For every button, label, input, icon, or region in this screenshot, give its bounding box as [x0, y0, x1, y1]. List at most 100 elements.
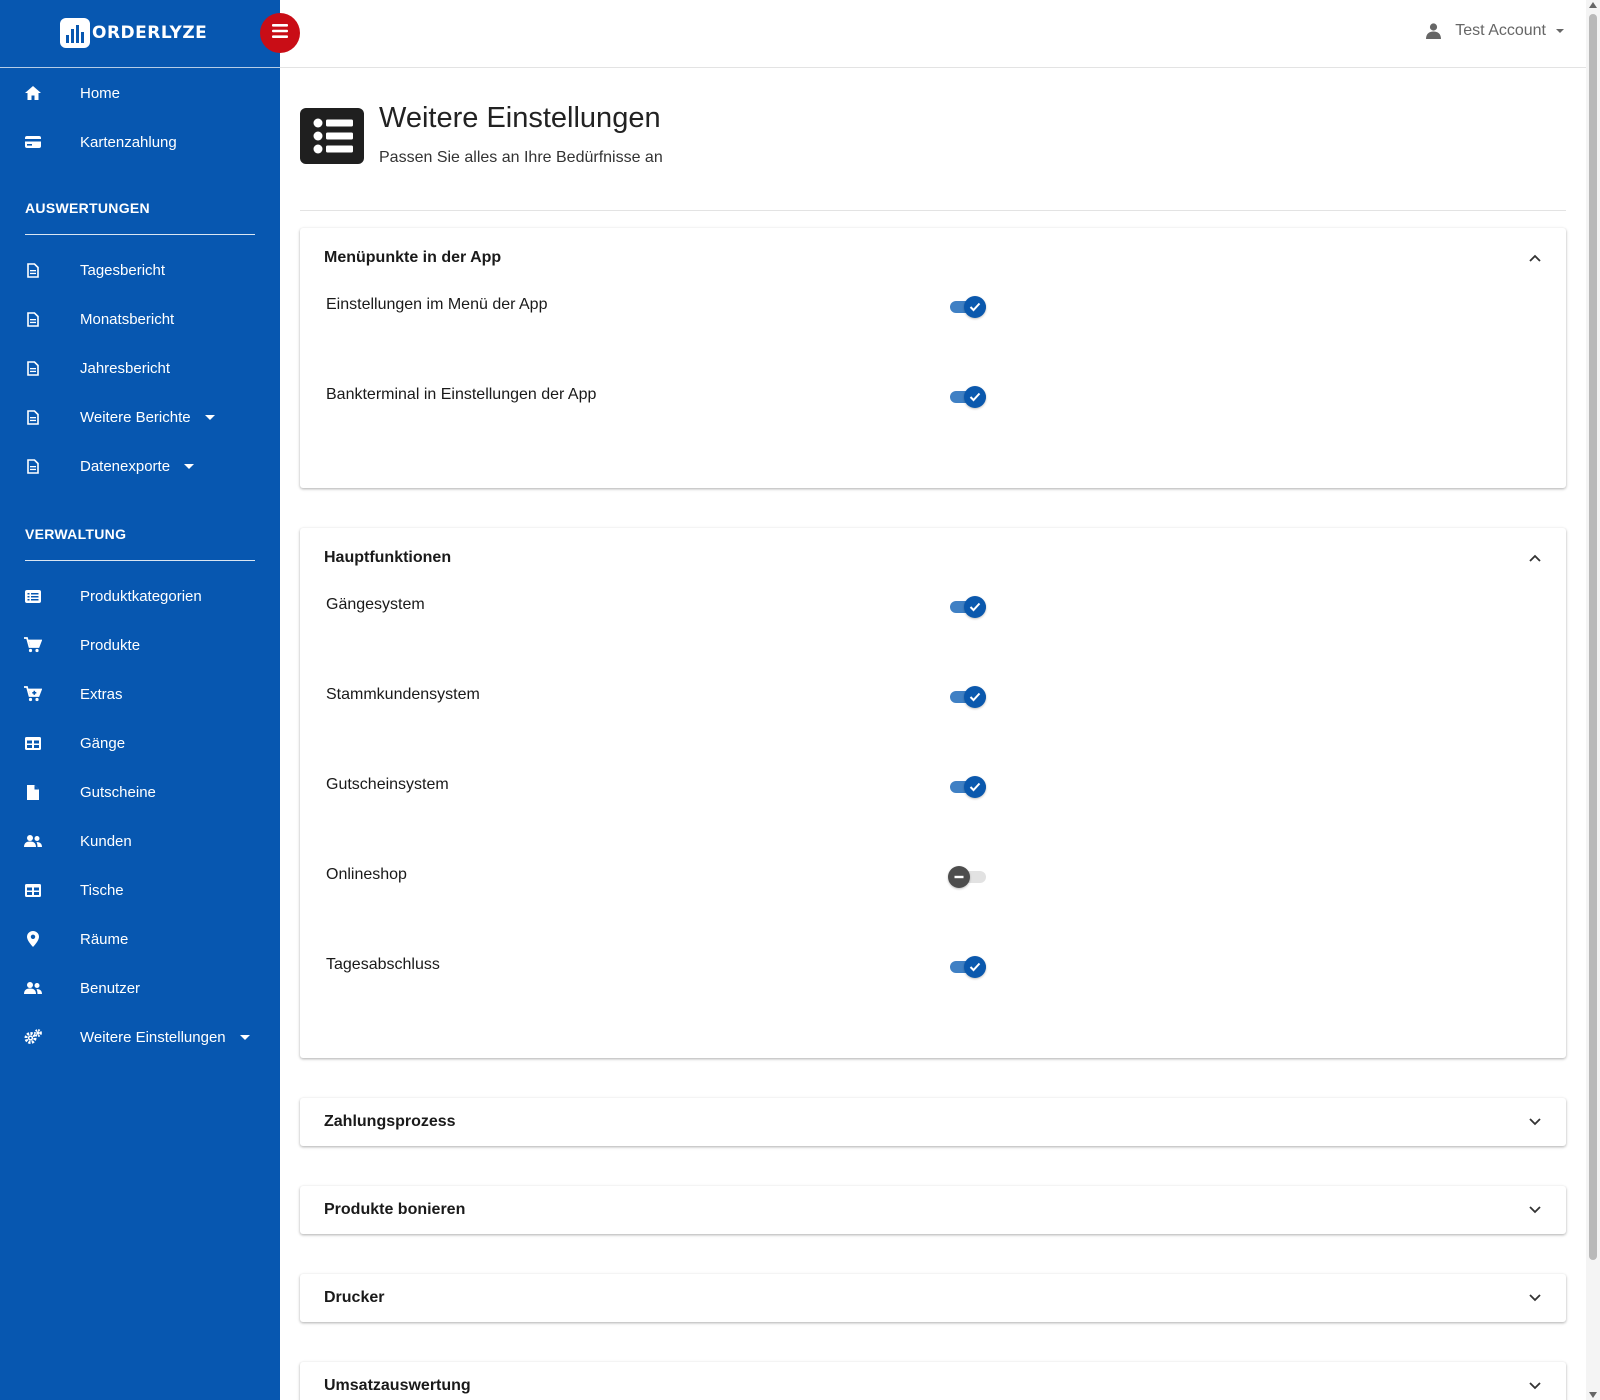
card-title: Umsatzauswertung [324, 1377, 471, 1394]
sidebar-item-label: Jahresbericht [80, 359, 171, 377]
menu-toggle-button[interactable] [260, 13, 300, 53]
card-header[interactable]: Umsatzauswertung [324, 1362, 1542, 1400]
sidebar-item-raeume[interactable]: Räume [0, 917, 280, 961]
settings-card-hauptfunktionen: Hauptfunktionen Gängesystem Stammkundens… [300, 528, 1566, 1058]
check-icon [964, 776, 986, 798]
setting-label: Gängesystem [326, 596, 425, 613]
map-marker-icon [24, 930, 42, 948]
setting-toggle[interactable] [948, 955, 988, 979]
page-scrollbar[interactable] [1586, 0, 1600, 1400]
settings-card-zahlungsprozess: Zahlungsprozess [300, 1098, 1566, 1146]
chevron-down-icon [1528, 1379, 1542, 1393]
scroll-up-icon[interactable] [1589, 2, 1597, 8]
card-title: Zahlungsprozess [324, 1113, 456, 1130]
sidebar-item-label: Gutscheine [80, 783, 156, 801]
caret-down-icon [239, 1035, 250, 1041]
scroll-down-icon[interactable] [1589, 1392, 1597, 1398]
users-icon [24, 832, 42, 850]
setting-row: Einstellungen im Menü der App [326, 292, 1540, 322]
sidebar-item-jahresbericht[interactable]: Jahresbericht [0, 346, 280, 390]
sidebar-item-label: Weitere Berichte [80, 408, 191, 426]
page-title: Weitere Einstellungen [379, 102, 661, 134]
setting-row: Tagesabschluss [326, 952, 1540, 982]
check-icon [964, 296, 986, 318]
list-icon [24, 587, 42, 605]
header-divider [300, 210, 1566, 211]
document-icon [24, 261, 42, 279]
chevron-down-icon [1528, 1291, 1542, 1305]
sidebar-item-label: Home [80, 84, 121, 102]
sidebar-item-gaenge[interactable]: Gänge [0, 721, 280, 765]
card-header[interactable]: Drucker [324, 1274, 1542, 1322]
sidebar-item-label: Kartenzahlung [80, 133, 177, 151]
setting-row: Gutscheinsystem [326, 772, 1540, 802]
sidebar-item-benutzer[interactable]: Benutzer [0, 966, 280, 1010]
card-title: Hauptfunktionen [324, 549, 452, 566]
sidebar-item-datenexporte[interactable]: Datenexporte [0, 444, 280, 488]
check-icon [964, 686, 986, 708]
section-title-verwaltung: VERWALTUNG [25, 526, 127, 542]
cart-plus-icon [24, 685, 42, 703]
setting-toggle[interactable] [948, 775, 988, 799]
setting-label: Einstellungen im Menü der App [326, 296, 548, 313]
sidebar-item-label: Tische [80, 881, 124, 899]
sidebar-item-label: Räume [80, 930, 129, 948]
sidebar-item-produkte[interactable]: Produkte [0, 623, 280, 667]
sidebar-item-label: Tagesbericht [80, 261, 166, 279]
check-icon [964, 386, 986, 408]
sidebar-item-weitere-einstellungen[interactable]: Weitere Einstellungen [0, 1015, 280, 1059]
card-title: Produkte bonieren [324, 1201, 466, 1218]
setting-toggle[interactable] [948, 595, 988, 619]
section-title-auswertungen: AUSWERTUNGEN [25, 200, 150, 216]
brand-name: ORDERLYZE [92, 23, 208, 43]
setting-row: Gängesystem [326, 592, 1540, 622]
caret-down-icon [1556, 29, 1564, 33]
sidebar-item-kartenzahlung[interactable]: Kartenzahlung [0, 120, 280, 164]
setting-toggle[interactable] [948, 295, 988, 319]
setting-toggle[interactable] [948, 385, 988, 409]
card-title: Menüpunkte in der App [324, 249, 502, 266]
sidebar-item-label: Monatsbericht [80, 310, 175, 328]
list-icon [300, 108, 364, 164]
setting-toggle[interactable] [948, 685, 988, 709]
sidebar-item-weitere-berichte[interactable]: Weitere Berichte [0, 395, 280, 439]
sidebar-item-home[interactable]: Home [0, 71, 280, 115]
sidebar-item-monatsbericht[interactable]: Monatsbericht [0, 297, 280, 341]
chevron-up-icon [1528, 551, 1542, 565]
brand-logo[interactable]: ORDERLYZE [60, 18, 207, 48]
settings-card-menuepunkte: Menüpunkte in der App Einstellungen im M… [300, 228, 1566, 488]
user-icon [1426, 23, 1442, 39]
sidebar-item-produktkategorien[interactable]: Produktkategorien [0, 574, 280, 618]
sidebar: ORDERLYZE Home Kartenzahlung AUSWERTUNGE… [0, 0, 280, 1400]
card-header[interactable]: Hauptfunktionen [324, 534, 1542, 582]
section-divider [25, 234, 255, 235]
sidebar-item-extras[interactable]: Extras [0, 672, 280, 716]
card-header[interactable]: Zahlungsprozess [324, 1098, 1542, 1146]
sidebar-item-label: Extras [80, 685, 123, 703]
sidebar-item-label: Kunden [80, 832, 132, 850]
document-icon [24, 457, 42, 475]
sidebar-item-label: Weitere Einstellungen [80, 1028, 226, 1046]
scroll-thumb[interactable] [1589, 14, 1597, 1260]
sidebar-item-kunden[interactable]: Kunden [0, 819, 280, 863]
table-icon [24, 734, 42, 752]
card-header[interactable]: Produkte bonieren [324, 1186, 1542, 1234]
document-icon [24, 310, 42, 328]
minus-icon [948, 866, 970, 888]
account-menu[interactable]: Test Account [1426, 22, 1564, 40]
card-header[interactable]: Menüpunkte in der App [324, 234, 1542, 282]
sidebar-item-label: Gänge [80, 734, 126, 752]
setting-toggle[interactable] [948, 865, 988, 889]
section-divider [25, 560, 255, 561]
setting-label: Stammkundensystem [326, 686, 480, 703]
hamburger-icon [272, 23, 288, 43]
setting-label: Gutscheinsystem [326, 776, 449, 793]
sidebar-item-gutscheine[interactable]: Gutscheine [0, 770, 280, 814]
caret-down-icon [184, 464, 195, 470]
top-bar: Test Account [280, 0, 1586, 68]
setting-label: Bankterminal in Einstellungen der App [326, 386, 597, 403]
check-icon [964, 596, 986, 618]
sidebar-item-tische[interactable]: Tische [0, 868, 280, 912]
check-icon [964, 956, 986, 978]
sidebar-item-tagesbericht[interactable]: Tagesbericht [0, 248, 280, 292]
